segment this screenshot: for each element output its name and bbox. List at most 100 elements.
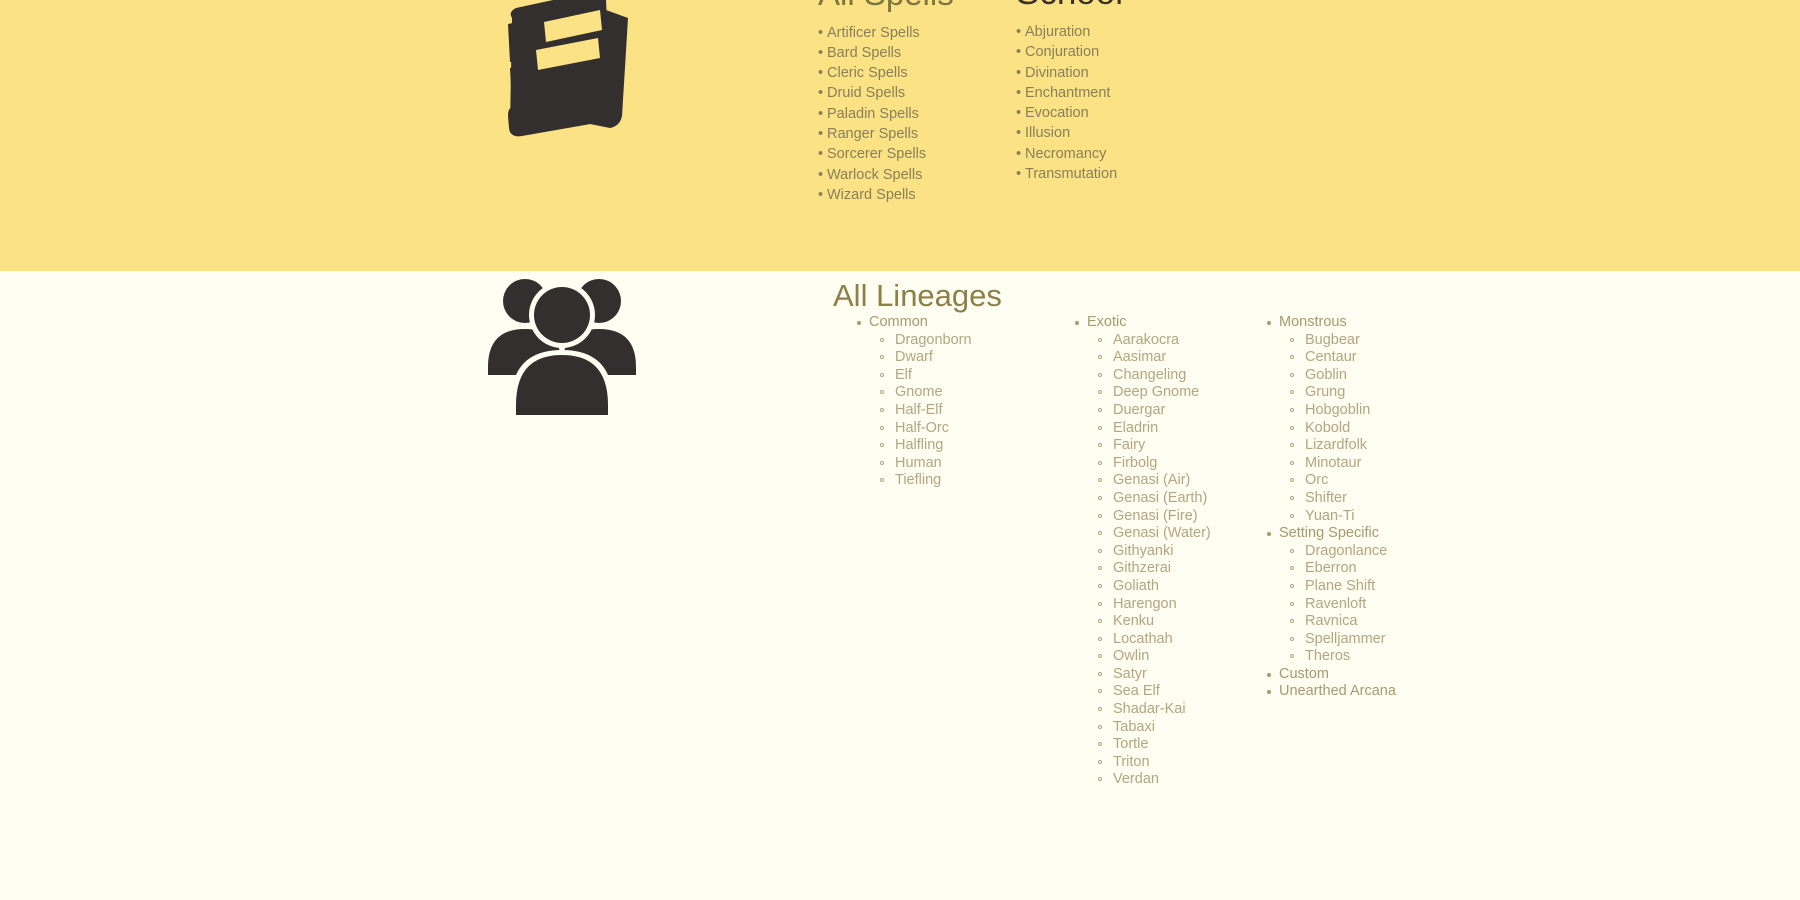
bullet-icon: • xyxy=(1016,166,1022,183)
spell-school-item[interactable]: • Abjuration xyxy=(1016,22,1236,42)
lineage-group[interactable]: Setting Specific xyxy=(1265,525,1396,543)
lineage-item[interactable]: Yuan-Ti xyxy=(1265,508,1396,526)
lineage-item[interactable]: Kobold xyxy=(1265,420,1396,438)
lineage-group[interactable]: Unearthed Arcana xyxy=(1265,683,1396,701)
spell-school-item[interactable]: • Illusion xyxy=(1016,123,1236,143)
lineage-item[interactable]: Githyanki xyxy=(1073,543,1211,561)
circle-bullet-icon xyxy=(1098,759,1102,764)
lineage-item[interactable]: Orc xyxy=(1265,472,1396,490)
spell-class-item-label: Druid Spells xyxy=(827,85,906,102)
lineage-item-label: Aarakocra xyxy=(1113,331,1180,348)
bullet-icon: • xyxy=(1016,84,1022,101)
lineage-item[interactable]: Halfling xyxy=(855,437,972,455)
lineage-item[interactable]: Eladrin xyxy=(1073,420,1211,438)
lineage-list: Monstrous Bugbear Centaur Goblin Grung Hobgob… xyxy=(1265,314,1396,701)
spell-class-item-label: Sorcerer Spells xyxy=(827,146,927,163)
lineage-item[interactable]: Genasi (Earth) xyxy=(1073,490,1211,508)
lineage-list: Exotic Aarakocra Aasimar Changeling Deep Gno… xyxy=(1073,314,1211,789)
lineage-item[interactable]: Gnome xyxy=(855,384,972,402)
spell-school-item[interactable]: • Transmutation xyxy=(1016,164,1236,184)
lineage-item[interactable]: Hobgoblin xyxy=(1265,402,1396,420)
lineage-group[interactable]: Exotic xyxy=(1073,314,1211,332)
lineage-item[interactable]: Goblin xyxy=(1265,367,1396,385)
lineage-item[interactable]: Shifter xyxy=(1265,490,1396,508)
spell-class-item[interactable]: • Warlock Spells xyxy=(818,165,1018,185)
lineage-item-label: Lizardfolk xyxy=(1305,437,1368,454)
lineage-item[interactable]: Sea Elf xyxy=(1073,683,1211,701)
lineage-group[interactable]: Monstrous xyxy=(1265,314,1396,332)
lineage-item-label: Genasi (Air) xyxy=(1113,472,1191,489)
lineage-item[interactable]: Minotaur xyxy=(1265,455,1396,473)
lineage-item[interactable]: Shadar-Kai xyxy=(1073,701,1211,719)
lineage-group[interactable]: Common xyxy=(855,314,972,332)
lineage-item[interactable]: Eberron xyxy=(1265,560,1396,578)
lineage-item[interactable]: Spelljammer xyxy=(1265,631,1396,649)
spell-class-item[interactable]: • Paladin Spells xyxy=(818,104,1018,124)
lineage-item[interactable]: Half-Elf xyxy=(855,402,972,420)
lineage-item[interactable]: Genasi (Water) xyxy=(1073,525,1211,543)
page-root: All Spells •Artificer Spells•Bard Spells… xyxy=(0,0,1800,900)
lineage-item-label: Genasi (Fire) xyxy=(1113,507,1198,524)
lineage-item[interactable]: Aasimar xyxy=(1073,349,1211,367)
lineage-item[interactable]: Ravnica xyxy=(1265,613,1396,631)
spell-school-item[interactable]: • Necromancy xyxy=(1016,144,1236,164)
lineage-item[interactable]: Genasi (Air) xyxy=(1073,472,1211,490)
lineage-item[interactable]: Fairy xyxy=(1073,437,1211,455)
lineage-item-label: Changeling xyxy=(1113,366,1187,383)
lineage-item[interactable]: Firbolg xyxy=(1073,455,1211,473)
lineage-item[interactable]: Dwarf xyxy=(855,349,972,367)
lineage-item[interactable]: Kenku xyxy=(1073,613,1211,631)
lineage-item[interactable]: Plane Shift xyxy=(1265,578,1396,596)
lineage-item[interactable]: Grung xyxy=(1265,384,1396,402)
circle-bullet-icon xyxy=(1098,742,1102,747)
disc-bullet-icon xyxy=(857,321,861,325)
spell-class-item[interactable]: • Druid Spells xyxy=(818,83,1018,103)
spell-class-item[interactable]: • Ranger Spells xyxy=(818,124,1018,144)
spell-class-item[interactable]: • Wizard Spells xyxy=(818,185,1018,205)
lineage-item[interactable]: Locathah xyxy=(1073,631,1211,649)
lineage-item[interactable]: Tortle xyxy=(1073,736,1211,754)
circle-bullet-icon xyxy=(1098,460,1102,465)
circle-bullet-icon xyxy=(1098,619,1102,624)
lineage-item[interactable]: Tabaxi xyxy=(1073,719,1211,737)
lineage-item[interactable]: Theros xyxy=(1265,648,1396,666)
lineage-item[interactable]: Deep Gnome xyxy=(1073,384,1211,402)
lineage-item[interactable]: Dragonborn xyxy=(855,332,972,350)
all-spells-column: All Spells •Artificer Spells•Bard Spells… xyxy=(818,0,1018,205)
lineage-item[interactable]: Githzerai xyxy=(1073,560,1211,578)
lineage-item[interactable]: Ravenloft xyxy=(1265,596,1396,614)
lineage-group[interactable]: Custom xyxy=(1265,666,1396,684)
lineage-item[interactable]: Duergar xyxy=(1073,402,1211,420)
spell-school-item[interactable]: • Evocation xyxy=(1016,103,1236,123)
lineage-item[interactable]: Changeling xyxy=(1073,367,1211,385)
lineage-item-label: Orc xyxy=(1305,472,1329,489)
lineage-item[interactable]: Human xyxy=(855,455,972,473)
lineage-item[interactable]: Satyr xyxy=(1073,666,1211,684)
spell-class-item-label: Ranger Spells xyxy=(827,126,919,143)
lineage-item[interactable]: Tiefling xyxy=(855,472,972,490)
spell-class-item[interactable]: • Artificer Spells xyxy=(818,23,1018,43)
lineage-item[interactable]: Verdan xyxy=(1073,771,1211,789)
lineage-item[interactable]: Lizardfolk xyxy=(1265,437,1396,455)
lineage-item[interactable]: Genasi (Fire) xyxy=(1073,508,1211,526)
lineage-item[interactable]: Elf xyxy=(855,367,972,385)
spell-school-item[interactable]: • Enchantment xyxy=(1016,83,1236,103)
lineage-item[interactable]: Dragonlance xyxy=(1265,543,1396,561)
lineage-item[interactable]: Bugbear xyxy=(1265,332,1396,350)
lineage-item-label: Locathah xyxy=(1113,630,1173,647)
spell-school-item[interactable]: • Divination xyxy=(1016,63,1236,83)
spell-class-item[interactable]: • Bard Spells xyxy=(818,43,1018,63)
spell-class-item[interactable]: • Cleric Spells xyxy=(818,63,1018,83)
lineage-item[interactable]: Aarakocra xyxy=(1073,332,1211,350)
lineage-item[interactable]: Triton xyxy=(1073,754,1211,772)
spell-class-item[interactable]: • Sorcerer Spells xyxy=(818,144,1018,164)
circle-bullet-icon xyxy=(1098,443,1102,448)
lineage-item[interactable]: Half-Orc xyxy=(855,420,972,438)
lineage-item[interactable]: Harengon xyxy=(1073,596,1211,614)
spell-school-item[interactable]: • Conjuration xyxy=(1016,42,1236,62)
circle-bullet-icon xyxy=(1098,390,1102,395)
lineage-group-label: Custom xyxy=(1279,665,1329,682)
lineage-item[interactable]: Owlin xyxy=(1073,648,1211,666)
lineage-item[interactable]: Centaur xyxy=(1265,349,1396,367)
lineage-item[interactable]: Goliath xyxy=(1073,578,1211,596)
